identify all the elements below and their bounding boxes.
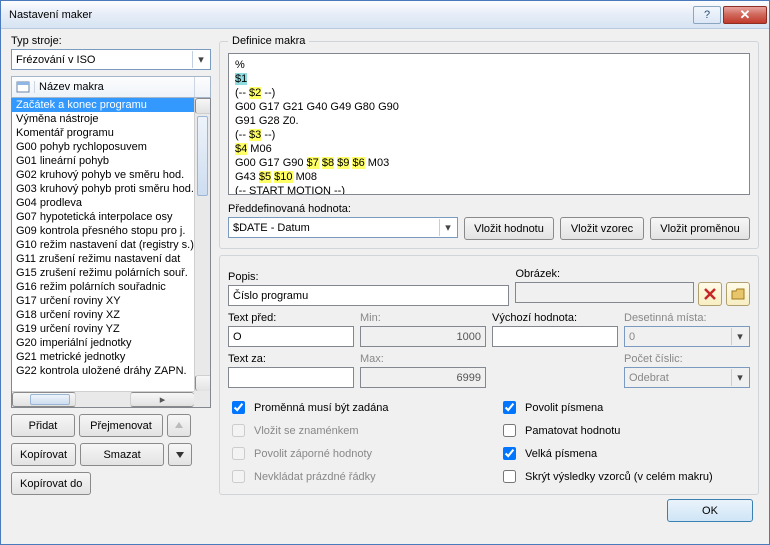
copy-to-button[interactable]: Kopírovat do xyxy=(11,472,91,495)
list-item[interactable]: G15 zrušení režimu polárních souř. xyxy=(12,266,194,280)
chevron-down-icon: ▾ xyxy=(192,51,209,68)
macro-list-header: Název makra xyxy=(11,76,211,98)
ok-button[interactable]: OK xyxy=(667,499,753,522)
close-button[interactable]: ✕ xyxy=(723,6,767,24)
copy-button[interactable]: Kopírovat xyxy=(11,443,76,466)
variable-props-group: Popis: Číslo programu Obrázek: xyxy=(219,255,759,495)
horizontal-scrollbar[interactable]: ◂ ▸ xyxy=(12,391,194,407)
chk-must-enter[interactable]: Proměnná musí být zadána xyxy=(228,398,479,417)
list-item[interactable]: G18 určení roviny XZ xyxy=(12,308,194,322)
list-item[interactable]: G17 určení roviny XY xyxy=(12,294,194,308)
vychozi-input[interactable] xyxy=(492,326,618,347)
list-item[interactable]: G01 lineární pohyb xyxy=(12,154,194,168)
text-za-input[interactable] xyxy=(228,367,354,388)
popis-label: Popis: xyxy=(228,271,509,283)
list-item[interactable]: G00 pohyb rychloposuvem xyxy=(12,140,194,154)
list-item[interactable]: Začátek a konec programu xyxy=(12,98,194,112)
titlebar: Nastavení maker ? ✕ xyxy=(1,1,769,29)
macro-code-editor[interactable]: %$1(-- $2 --)G00 G17 G21 G40 G49 G80 G90… xyxy=(228,53,750,195)
delete-button[interactable]: Smazat xyxy=(80,443,164,466)
hscroll-thumb[interactable] xyxy=(30,394,70,405)
max-input: 6999 xyxy=(360,367,486,388)
list-item[interactable]: G03 kruhový pohyb proti směru hod. xyxy=(12,182,194,196)
list-item[interactable]: G22 kontrola uložené dráhy ZAPN. xyxy=(12,364,194,378)
pocet-label: Počet číslic: xyxy=(624,353,750,365)
list-item[interactable]: G19 určení roviny YZ xyxy=(12,322,194,336)
window-title: Nastavení maker xyxy=(9,9,691,21)
insert-pattern-button[interactable]: Vložit vzorec xyxy=(560,217,644,240)
vertical-scrollbar[interactable]: ▴ ▾ xyxy=(194,98,210,391)
obrazek-label: Obrázek: xyxy=(515,268,750,280)
delete-image-button[interactable] xyxy=(698,282,722,306)
chk-sign: Vložit se znaménkem xyxy=(228,421,479,440)
insert-value-button[interactable]: Vložit hodnotu xyxy=(464,217,554,240)
list-item[interactable]: Komentář programu xyxy=(12,126,194,140)
list-item[interactable]: G02 kruhový pohyb ve směru hod. xyxy=(12,168,194,182)
macro-header-icon xyxy=(12,80,34,94)
chevron-down-icon: ▾ xyxy=(731,369,748,386)
text-pred-label: Text před: xyxy=(228,312,354,324)
pocet-combo: Odebrat▾ xyxy=(624,367,750,388)
macro-definition-legend: Definice makra xyxy=(228,35,309,47)
machine-type-combo[interactable]: Frézování v ISO ▾ xyxy=(11,49,211,70)
list-item[interactable]: G10 režim nastavení dat (registry s.) xyxy=(12,238,194,252)
move-down-button[interactable] xyxy=(168,443,192,466)
chk-uppercase[interactable]: Velká písmena xyxy=(499,444,750,463)
obrazek-input[interactable] xyxy=(515,282,694,303)
machine-type-label: Typ stroje: xyxy=(11,35,211,47)
predef-combo[interactable]: $DATE - Datum ▾ xyxy=(228,217,458,238)
chevron-down-icon: ▾ xyxy=(439,219,456,236)
text-pred-input[interactable]: O xyxy=(228,326,354,347)
macro-name-column[interactable]: Název makra xyxy=(34,81,194,93)
chevron-down-icon: ▾ xyxy=(731,328,748,345)
desetinna-combo: 0▾ xyxy=(624,326,750,347)
max-label: Max: xyxy=(360,353,486,365)
help-button[interactable]: ? xyxy=(693,6,721,24)
list-item[interactable]: G21 metrické jednotky xyxy=(12,350,194,364)
machine-type-value: Frézování v ISO xyxy=(16,54,95,66)
list-item[interactable]: Výměna nástroje xyxy=(12,112,194,126)
chk-empty-lines: Nevkládat prázdné řádky xyxy=(228,467,479,486)
predef-value: $DATE - Datum xyxy=(233,222,310,234)
chk-hide-results[interactable]: Skrýt výsledky vzorců (v celém makru) xyxy=(499,467,750,486)
min-label: Min: xyxy=(360,312,486,324)
scroll-thumb[interactable] xyxy=(197,116,208,196)
scroll-up-icon[interactable]: ▴ xyxy=(195,98,211,114)
list-item[interactable]: G07 hypotetická interpolace osy xyxy=(12,210,194,224)
min-input: 1000 xyxy=(360,326,486,347)
scroll-down-icon[interactable]: ▾ xyxy=(195,375,211,391)
add-button[interactable]: Přidat xyxy=(11,414,75,437)
list-item[interactable]: G04 prodleva xyxy=(12,196,194,210)
chk-allow-letters[interactable]: Povolit písmena xyxy=(499,398,750,417)
dialog-window: Nastavení maker ? ✕ Typ stroje: Frézován… xyxy=(0,0,770,545)
browse-image-button[interactable] xyxy=(726,282,750,306)
insert-variable-button[interactable]: Vložit proměnou xyxy=(650,217,750,240)
list-item[interactable]: G11 zrušení režimu nastavení dat xyxy=(12,252,194,266)
popis-input[interactable]: Číslo programu xyxy=(228,285,509,306)
macro-list[interactable]: Začátek a konec programuVýměna nástrojeK… xyxy=(11,98,211,408)
desetinna-label: Desetinná místa: xyxy=(624,312,750,324)
move-up-button[interactable] xyxy=(167,414,191,437)
list-item[interactable]: G16 režim polárních souřadnic xyxy=(12,280,194,294)
scroll-right-icon[interactable]: ▸ xyxy=(130,392,194,407)
macro-definition-group: Definice makra %$1(-- $2 --)G00 G17 G21 … xyxy=(219,35,759,249)
predef-label: Předdefinovaná hodnota: xyxy=(228,203,750,215)
chk-negative: Povolit záporné hodnoty xyxy=(228,444,479,463)
text-za-label: Text za: xyxy=(228,353,354,365)
list-item[interactable]: G09 kontrola přesného stopu pro j. xyxy=(12,224,194,238)
vychozi-label: Výchozí hodnota: xyxy=(492,312,618,324)
list-item[interactable]: G20 imperiální jednotky xyxy=(12,336,194,350)
rename-button[interactable]: Přejmenovat xyxy=(79,414,163,437)
chk-remember[interactable]: Pamatovat hodnotu xyxy=(499,421,750,440)
